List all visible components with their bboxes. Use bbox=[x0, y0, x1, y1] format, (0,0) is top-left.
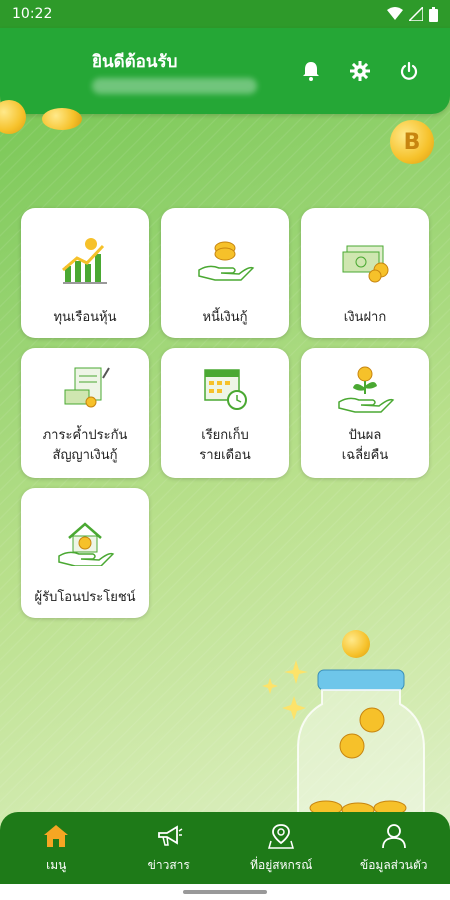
coin-hand-icon bbox=[198, 241, 255, 281]
nav-label: ที่อยู่สหกรณ์ bbox=[250, 857, 313, 872]
nav-item-news[interactable]: ข่าวสาร bbox=[119, 822, 219, 875]
nav-label: ข่าวสาร bbox=[147, 857, 190, 872]
nav-label: ข้อมูลส่วนตัว bbox=[360, 857, 428, 872]
settings-button[interactable] bbox=[347, 58, 373, 84]
decorative-coin-icon bbox=[342, 630, 370, 658]
guarantee-document-icon bbox=[64, 367, 110, 408]
menu-card-monthly-billing[interactable]: เรียกเก็บ รายเดือน bbox=[161, 348, 289, 478]
logout-button[interactable] bbox=[396, 58, 422, 84]
bottom-navigation: เมนู ข่าวสาร ที่อยู่สหกรณ์ ข้อมูลส่วนตัว bbox=[0, 812, 450, 884]
menu-card-label: เงินฝาก bbox=[343, 310, 387, 325]
menu-card-deposit[interactable]: เงินฝาก bbox=[301, 208, 429, 338]
menu-card-label: หนี้เงินกู้ bbox=[202, 310, 248, 325]
username-blurred: — — — — — — bbox=[92, 78, 257, 94]
menu-card-label-line2: สัญญาเงินกู้ bbox=[52, 448, 118, 463]
nav-item-coop-address[interactable]: ที่อยู่สหกรณ์ bbox=[231, 822, 331, 875]
bell-icon bbox=[303, 62, 319, 81]
app-header: ยินดีต้อนรับ — — — — — — bbox=[0, 28, 450, 114]
system-home-indicator bbox=[0, 884, 450, 900]
menu-card-loan-guarantee[interactable]: ภาระค้ำประกัน สัญญาเงินกู้ bbox=[21, 348, 149, 478]
decorative-coin-icon bbox=[42, 108, 82, 130]
bitcoin-coin-icon: B bbox=[390, 120, 434, 164]
coin-jar-illustration bbox=[297, 669, 425, 818]
dividend-plant-icon bbox=[338, 366, 395, 413]
menu-card-label-line1: ภาระค้ำประกัน bbox=[42, 428, 128, 443]
menu-card-share-capital[interactable]: ทุนเรือนหุ้น bbox=[21, 208, 149, 338]
house-hand-icon bbox=[58, 522, 115, 566]
battery-icon bbox=[429, 6, 438, 22]
nav-item-profile[interactable]: ข้อมูลส่วนตัว bbox=[344, 822, 444, 875]
status-time: 10:22 bbox=[12, 6, 53, 22]
wifi-icon bbox=[387, 7, 403, 20]
menu-card-beneficiary[interactable]: ผู้รับโอนประโยชน์ bbox=[21, 488, 149, 618]
map-pin-icon bbox=[268, 823, 295, 849]
menu-card-dividend[interactable]: ปันผล เฉลี่ยคืน bbox=[301, 348, 429, 478]
status-bar: 10:22 bbox=[0, 0, 450, 28]
signal-icon bbox=[409, 7, 423, 21]
money-deposit-icon bbox=[342, 245, 389, 283]
welcome-text: ยินดีต้อนรับ bbox=[92, 52, 178, 72]
home-icon bbox=[44, 824, 69, 847]
menu-card-loan-debt[interactable]: หนี้เงินกู้ bbox=[161, 208, 289, 338]
calendar-clock-icon bbox=[204, 369, 247, 410]
menu-card-label-line1: ปันผล bbox=[348, 428, 382, 443]
menu-card-label: ผู้รับโอนประโยชน์ bbox=[34, 590, 136, 605]
gear-icon bbox=[350, 61, 370, 81]
menu-card-label-line1: เรียกเก็บ bbox=[201, 428, 249, 443]
menu-card-label: ทุนเรือนหุ้น bbox=[53, 310, 117, 325]
user-icon bbox=[381, 823, 406, 848]
stock-growth-icon bbox=[62, 238, 107, 284]
home-gesture-bar[interactable] bbox=[183, 890, 267, 894]
nav-label: เมนู bbox=[46, 857, 67, 872]
menu-card-label-line2: เฉลี่ยคืน bbox=[341, 448, 389, 463]
megaphone-icon bbox=[157, 824, 183, 846]
power-icon bbox=[400, 61, 418, 80]
nav-item-menu[interactable]: เมนู bbox=[6, 822, 106, 875]
menu-card-label-line2: รายเดือน bbox=[199, 448, 251, 463]
status-icons bbox=[387, 6, 438, 22]
notification-button[interactable] bbox=[298, 58, 324, 84]
sparkle-icon bbox=[262, 660, 308, 720]
